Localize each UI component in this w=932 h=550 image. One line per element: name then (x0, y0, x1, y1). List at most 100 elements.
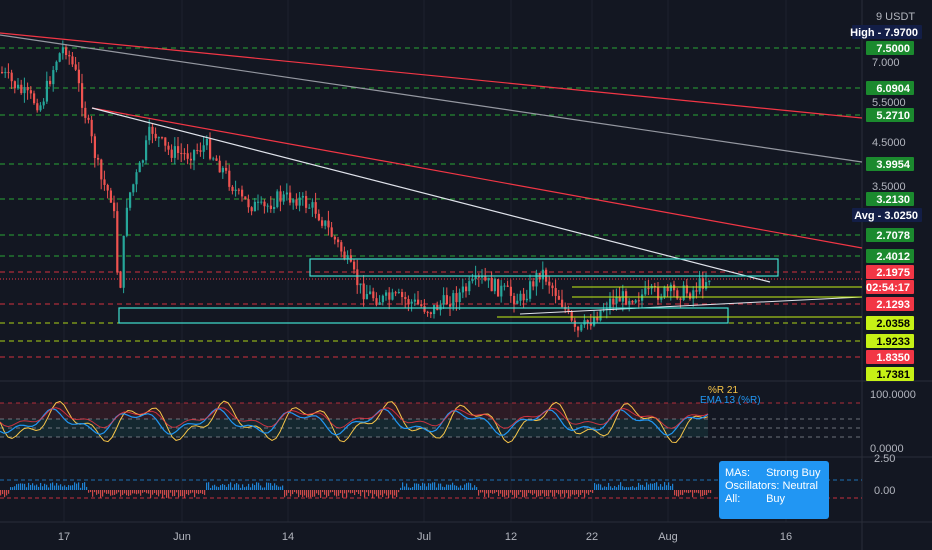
candle-body (618, 297, 621, 302)
hist-bar (614, 485, 616, 490)
technical-summary-panel[interactable]: MAs: Strong Buy Oscillators: Neutral All… (719, 461, 829, 519)
hist-bar (558, 490, 560, 495)
candle-body (682, 285, 685, 300)
hist-bar (4, 490, 6, 498)
hist-bar (482, 490, 484, 493)
candle-body (369, 291, 372, 295)
hist-bar (680, 490, 682, 495)
overbought-zone (0, 403, 708, 419)
hist-bar (708, 490, 710, 493)
hist-bar (580, 490, 582, 496)
candle-body (551, 285, 554, 289)
hist-bar (32, 483, 34, 490)
hist-bar (344, 490, 346, 494)
hist-bar (698, 490, 700, 494)
candle-body (471, 279, 474, 282)
hist-bar (26, 487, 28, 490)
hist-bar (244, 487, 246, 490)
hist-bar (20, 483, 22, 490)
osc-legend-ema: EMA 13 (%R) (700, 395, 761, 406)
candle-body (522, 293, 525, 301)
hist-bar (150, 490, 152, 498)
hist-bar (682, 490, 684, 496)
hist-bar (68, 485, 70, 490)
price-tag-text: Avg - 3.0250 (854, 210, 918, 222)
hist-bar (618, 484, 620, 490)
candle-body (401, 292, 404, 298)
hist-bar (316, 490, 318, 494)
hist-bar (304, 490, 306, 496)
candle-body (29, 90, 32, 94)
hist-bar (540, 490, 542, 496)
candle-body (202, 145, 205, 152)
candle-body (17, 84, 20, 89)
candle-body (282, 194, 285, 202)
hist-bar (234, 484, 236, 490)
hist-bar (692, 490, 694, 498)
candle-body (106, 184, 109, 191)
hist-bar (94, 490, 96, 493)
candle-body (20, 84, 23, 94)
hist-bar (626, 487, 628, 490)
price-tag-text: 1.9233 (876, 336, 910, 348)
hist-bar (406, 483, 408, 490)
hist-bar (356, 490, 358, 493)
candle-body (250, 207, 253, 212)
hist-bar (212, 485, 214, 490)
hist-bar (554, 490, 556, 497)
hist-bar (288, 490, 290, 493)
candle-body (167, 145, 170, 150)
hist-bar (268, 482, 270, 490)
all-label: All: (725, 493, 741, 505)
hist-bar (132, 490, 134, 494)
hist-bar (476, 487, 478, 490)
candle-body (84, 107, 87, 118)
candle-body (548, 281, 551, 286)
hist-bar (16, 484, 18, 490)
price-tag-text: 2.0358 (876, 318, 910, 330)
candle-body (42, 101, 45, 106)
price-tag-text: 2.7078 (876, 230, 910, 242)
hist-bar (592, 490, 594, 494)
candle-body (461, 286, 464, 293)
summary-mas-row: MAs: Strong Buy (725, 467, 823, 480)
candle-body (628, 300, 631, 305)
hist-bar (630, 486, 632, 490)
hist-bar (216, 486, 218, 490)
hist-bar (40, 482, 42, 490)
hist-bar (136, 490, 138, 495)
hist-bar (202, 490, 204, 494)
candle-body (209, 139, 212, 159)
hist-bar (480, 490, 482, 493)
candle-body (100, 159, 103, 180)
candle-body (644, 288, 647, 295)
hist-bar (662, 486, 664, 490)
hist-bar (390, 490, 392, 495)
price-tag-value: 7.9700 (884, 27, 918, 39)
hist-bar (124, 490, 126, 494)
hist-bar (650, 483, 652, 490)
hist-bar (516, 490, 518, 498)
hist-bar (702, 490, 704, 496)
hist-bar (64, 485, 66, 490)
hist-bar (404, 486, 406, 490)
candle-body (666, 286, 669, 292)
hist-bar (204, 490, 206, 496)
hist-bar (104, 490, 106, 493)
hist-bar (348, 490, 350, 493)
hist-bar (566, 490, 568, 494)
date-tick-label: Jun (173, 531, 191, 543)
candle-body (497, 279, 500, 297)
hist-bar (496, 490, 498, 493)
hist-bar (290, 490, 292, 497)
hist-bar (464, 484, 466, 490)
hist-bar (182, 490, 184, 497)
candle-body (173, 146, 176, 158)
hist-bar (166, 490, 168, 498)
hist-bar (594, 483, 596, 490)
hist-bar (688, 490, 690, 494)
candle-body (561, 299, 564, 307)
hist-bar (102, 490, 104, 497)
hist-bar (666, 485, 668, 490)
price-tag-caption: Avg - (854, 210, 884, 222)
